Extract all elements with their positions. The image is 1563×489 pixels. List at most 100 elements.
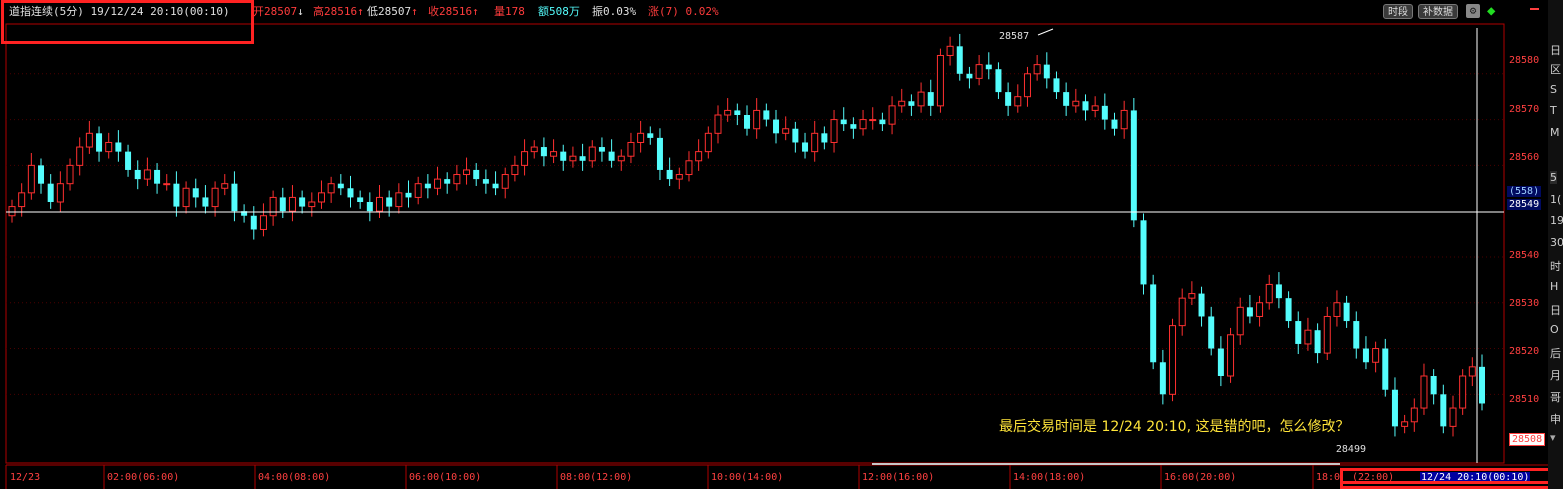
candle-up (463, 169, 471, 176)
candle-down (1246, 307, 1253, 317)
right-tab-label[interactable]: T (1550, 104, 1557, 117)
candle-down (386, 197, 393, 207)
candle-up (588, 146, 596, 162)
candle-up (501, 174, 509, 189)
change: 涨(7) 0.02% (648, 5, 719, 18)
right-tab-label[interactable]: 时 (1550, 258, 1561, 274)
candle-up (221, 183, 229, 189)
candle-down (1101, 105, 1108, 120)
candle-down (1285, 298, 1292, 322)
supplement-data-button[interactable]: 补数据 (1418, 4, 1458, 19)
candle-down (1159, 362, 1166, 395)
right-tab-label[interactable]: 5 (1550, 171, 1557, 184)
candle-down (1082, 101, 1089, 111)
right-tab-label[interactable]: 30 (1550, 236, 1563, 249)
candle-up (1323, 315, 1331, 354)
candle-down (560, 151, 567, 161)
candle-up (704, 132, 712, 153)
candle-up (617, 155, 625, 162)
candle-down (1063, 92, 1070, 106)
candle-down (405, 192, 412, 198)
candle-down (1430, 376, 1437, 395)
candle-up (76, 146, 84, 166)
right-tab-label[interactable]: 19 (1550, 214, 1563, 227)
time-tick-label: 18:0 (1316, 472, 1341, 483)
period-button[interactable]: 时段 (1383, 4, 1413, 19)
candle-up (1072, 100, 1080, 107)
candle-down (357, 197, 364, 202)
right-tab-label[interactable]: M (1550, 126, 1560, 139)
right-tab-label[interactable]: O (1550, 323, 1559, 336)
time-tick-label: 16:00(20:00) (1164, 472, 1237, 483)
candle-up (259, 215, 267, 230)
candle-down (956, 46, 963, 74)
candle-up (830, 119, 838, 143)
scroll-down-icon[interactable]: ▾ (1550, 431, 1556, 444)
candle-up (869, 119, 877, 122)
candle-up (917, 91, 925, 107)
candle-down (173, 183, 180, 207)
candle-up (182, 187, 190, 208)
candle-up (327, 183, 335, 194)
right-tab-label[interactable]: S (1550, 83, 1557, 96)
candle-down (647, 133, 654, 138)
crosshair-price-label: 28549 (1507, 199, 1542, 210)
candle-down (1343, 302, 1350, 322)
candle-up (550, 151, 558, 157)
candle-down (231, 183, 238, 212)
candle-up (163, 183, 171, 186)
candle-up (8, 206, 16, 217)
candle-down (1440, 394, 1447, 427)
right-tab-label[interactable]: 申 (1550, 411, 1561, 427)
candle-down (299, 197, 306, 207)
candle-down (492, 183, 499, 189)
candle-down (1130, 110, 1137, 221)
candle-down (1391, 389, 1398, 427)
candle-up (376, 196, 383, 212)
candle-down (908, 101, 915, 106)
candle-down (424, 183, 431, 189)
candle-up (1169, 325, 1177, 395)
candle-up (569, 155, 577, 162)
right-side-panel[interactable]: 日 区 S T M 5 1( 19 30 时 H 日 O 后 月 哥 申 ▾ (1548, 0, 1563, 489)
candle-down (1111, 119, 1118, 129)
candle-down (337, 183, 344, 189)
settings-icon[interactable]: ⚙ (1466, 4, 1480, 18)
minimize-icon[interactable] (1530, 8, 1539, 10)
price-tick-label: 28580 (1509, 55, 1540, 66)
candle-up (434, 178, 442, 189)
candle-up (530, 146, 538, 153)
right-tab-label[interactable]: 后 (1550, 345, 1561, 361)
right-tab-label[interactable]: 月 (1550, 367, 1561, 383)
candle-down (38, 165, 45, 184)
candle-down (792, 128, 799, 143)
annotation-box-time-frame (1340, 468, 1555, 489)
price-tick-label: 28530 (1509, 298, 1540, 309)
candle-up (1265, 283, 1273, 304)
time-tick-label: 04:00(08:00) (258, 472, 331, 483)
candle-up (1420, 375, 1428, 409)
candle-up (269, 196, 277, 217)
candle-down (202, 197, 209, 207)
right-tab-label[interactable]: 日 (1550, 302, 1561, 318)
candle-down (1140, 220, 1147, 285)
min-price-label: 28499 (1336, 444, 1366, 455)
candle-up (317, 192, 325, 203)
open-price: 开28507↓ (253, 5, 304, 18)
candle-up (753, 109, 761, 130)
status-diamond-icon[interactable]: ◆ (1487, 4, 1495, 18)
candle-up (627, 141, 635, 157)
candle-down (608, 151, 615, 161)
candle-down (1198, 293, 1205, 317)
candle-down (763, 110, 770, 120)
candle-down (279, 197, 286, 212)
right-tab-label[interactable]: 1( (1550, 193, 1561, 206)
right-tab-label[interactable]: 区 (1550, 61, 1561, 77)
candle-up (85, 132, 93, 148)
candle-up (395, 192, 403, 208)
right-tab-label[interactable]: 日 (1550, 42, 1561, 58)
candle-up (675, 174, 683, 180)
candle-up (936, 54, 944, 107)
right-tab-label[interactable]: 哥 (1550, 389, 1561, 405)
right-tab-label[interactable]: H (1550, 280, 1558, 293)
